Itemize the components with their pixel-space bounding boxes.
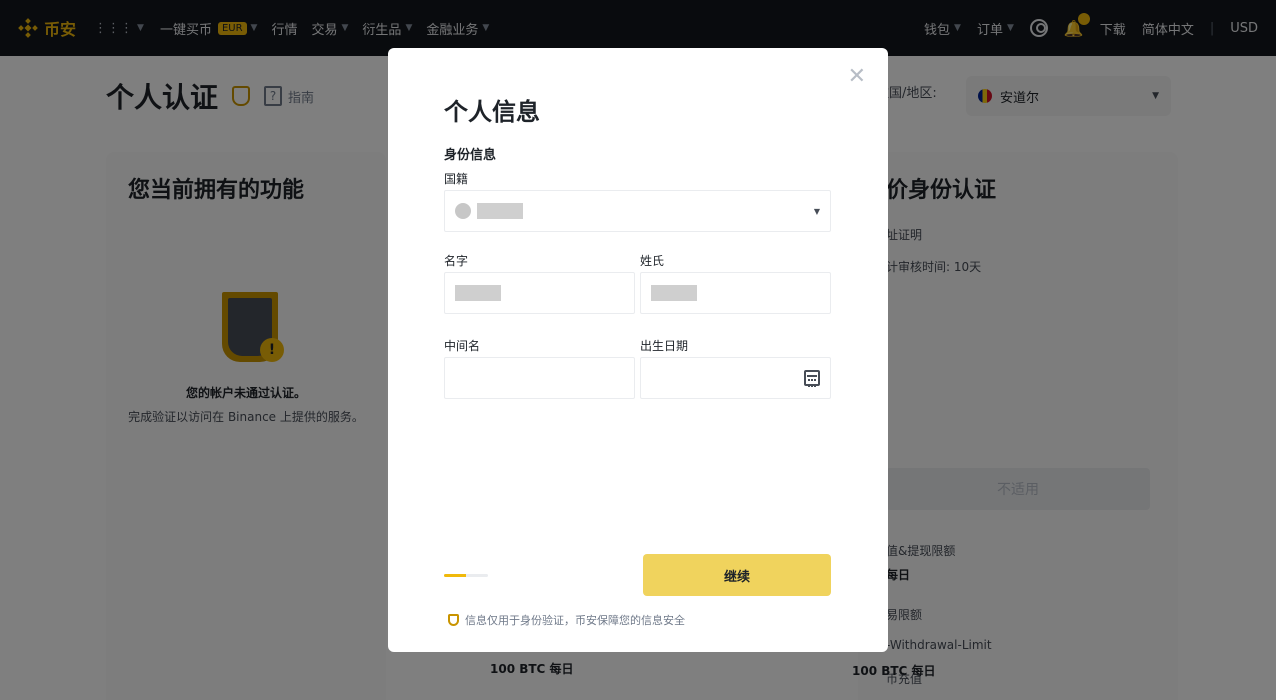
- modal-title: 个人信息: [444, 98, 540, 126]
- privacy-note: 信息仅用于身份验证，币安保障您的信息安全: [448, 612, 685, 628]
- first-name-value-redacted: [455, 285, 501, 301]
- flag-placeholder-icon: [455, 203, 471, 219]
- privacy-note-text: 信息仅用于身份验证，币安保障您的信息安全: [465, 614, 685, 627]
- shield-check-icon: [448, 614, 459, 626]
- personal-info-modal: ✕ 个人信息 身份信息 国籍 ▼ 名字 姓氏 中间名 出生日期 继续 信息仅用于…: [388, 48, 888, 652]
- calendar-icon[interactable]: [804, 370, 820, 387]
- step-progress-fill: [444, 574, 466, 577]
- first-name-label: 名字: [444, 254, 469, 268]
- continue-button[interactable]: 继续: [643, 554, 831, 596]
- section-title: 身份信息: [444, 148, 497, 163]
- dob-label: 出生日期: [640, 339, 689, 353]
- last-name-value-redacted: [651, 285, 697, 301]
- middle-name-input[interactable]: [444, 357, 635, 399]
- last-name-input[interactable]: [640, 272, 831, 314]
- last-name-label: 姓氏: [640, 254, 665, 268]
- step-progress-bar: [444, 574, 488, 577]
- nationality-value-redacted: [477, 203, 523, 219]
- chevron-down-icon: ▼: [813, 206, 820, 216]
- nationality-select[interactable]: ▼: [444, 190, 831, 232]
- close-icon[interactable]: ✕: [848, 66, 866, 88]
- middle-name-label: 中间名: [444, 339, 481, 353]
- dob-input[interactable]: [640, 357, 831, 399]
- nationality-label: 国籍: [444, 172, 469, 186]
- first-name-input[interactable]: [444, 272, 635, 314]
